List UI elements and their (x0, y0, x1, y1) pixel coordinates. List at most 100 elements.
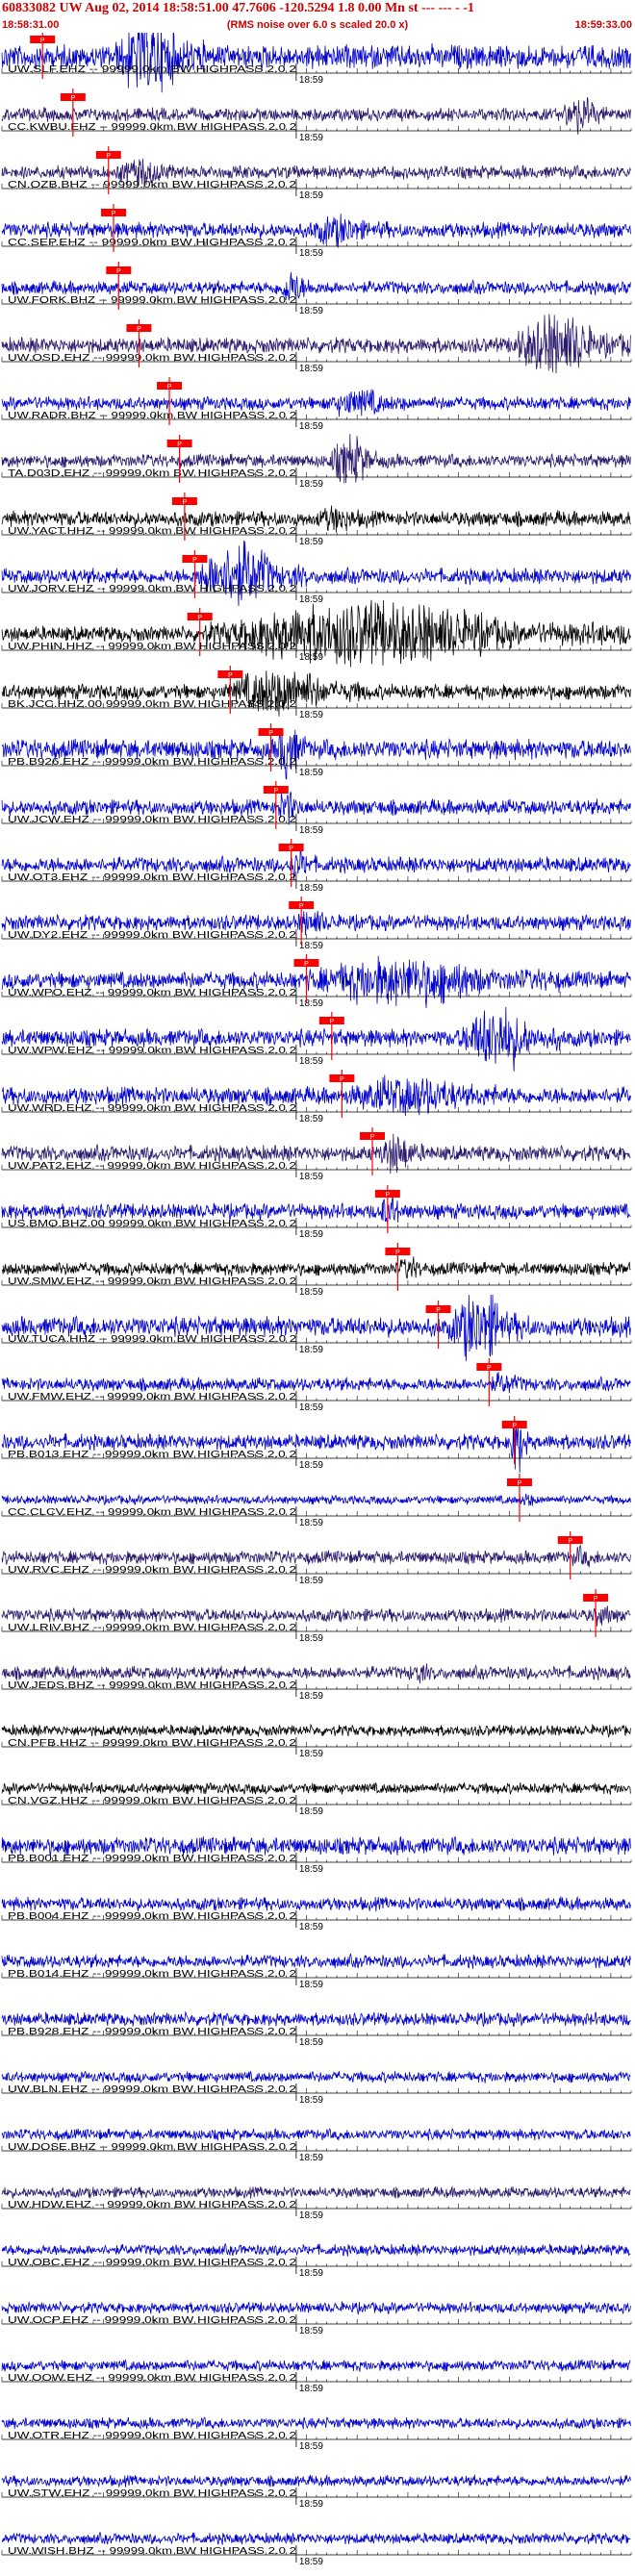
minute-label: 18:59 (299, 1806, 323, 1817)
minute-label: 18:59 (299, 2210, 323, 2221)
pick-label: P (340, 1076, 344, 1083)
minute-label: 18:59 (299, 248, 323, 259)
pick-label: P (167, 384, 172, 391)
waveform-trace (1, 2531, 631, 2545)
pick-label: P (329, 1019, 334, 1025)
pick-label: P (112, 211, 116, 217)
minute-label: 18:59 (299, 2384, 323, 2394)
minute-label: 18:59 (299, 133, 323, 143)
station-label: PB.B928.EHZ -- 99999.0km BW HIGHPASS 2.0… (8, 2027, 297, 2037)
pick-label: P (568, 1538, 572, 1545)
minute-label: 18:59 (299, 1518, 323, 1528)
station-label: PB.B014.EHZ -- 99999.0km BW HIGHPASS 2.0… (8, 1969, 297, 1980)
minute-label: 18:59 (299, 1114, 323, 1124)
minute-label: 18:59 (299, 1460, 323, 1471)
minute-label: 18:59 (299, 2441, 323, 2452)
station-label: UW.DY2.EHZ -- 99999.0km BW HIGHPASS 2.0 … (8, 930, 297, 941)
station-label: TA.D03D.EHZ -- 99999.0km BW HIGHPASS 2.0… (8, 468, 297, 479)
waveform-trace (1, 2474, 631, 2488)
pick-label: P (268, 730, 273, 737)
station-label: UW.WPW.EHZ -- 99999.0km BW HIGHPASS 2.0 … (8, 1046, 297, 1056)
minute-label: 18:59 (299, 2153, 323, 2163)
pick-label: P (192, 557, 197, 564)
end-time-label: 18:59:33.00 (574, 19, 632, 31)
waveform-trace (1, 2242, 631, 2257)
pick-label: P (386, 1192, 391, 1199)
waveform-trace (1, 1256, 631, 1279)
station-label: CC.CLCV.EHZ -- 99999.0km BW HIGHPASS 2.0… (8, 1507, 297, 1518)
waveform-trace (1, 2070, 631, 2084)
minute-label: 18:59 (299, 2499, 323, 2510)
minute-label: 18:59 (299, 479, 323, 490)
station-label: UW.TUCA.HHZ -- 99999.0km BW HIGHPASS 2.0… (8, 1334, 297, 1345)
seismogram-plot: 18:59 UW.SLF.EHZ -- 99999.0km BW HIGHPASS… (1, 33, 632, 2567)
pick-label: P (395, 1250, 400, 1256)
pick-label: P (436, 1307, 441, 1314)
pick-label: P (304, 961, 309, 968)
minute-label: 18:59 (299, 2095, 323, 2106)
station-label: CC.KWBU.EHZ -- 99999.0km BW HIGHPASS 2.0… (8, 122, 297, 133)
station-label: UW.OTR.EHZ -- 99999.0km BW HIGHPASS 2.0 … (8, 2431, 297, 2441)
station-label: PB.B926.EHZ -- 99999.0km BW HIGHPASS 2.0… (8, 757, 297, 768)
waveform-trace (1, 1493, 631, 1506)
minute-label: 18:59 (299, 825, 323, 836)
pick-label: P (197, 615, 202, 621)
station-label: UW.YACT.HHZ -- 99999.0km BW HIGHPASS 2.0… (8, 526, 297, 537)
subtitle-row: 18:58:31.00 (RMS noise over 6.0 s scaled… (0, 18, 635, 32)
station-label: UW.JORV.EHZ -- 99999.0km BW HIGHPASS 2.0… (8, 584, 297, 594)
station-label: UW.WPO.EHZ -- 99999.0km BW HIGHPASS 2.0 … (8, 988, 297, 998)
waveform-trace (1, 2300, 631, 2315)
pick-label: P (299, 903, 304, 910)
minute-label: 18:59 (299, 1229, 323, 1240)
station-label: UW.DOSE.BHZ -- 99999.0km BW HIGHPASS 2.0… (8, 2142, 297, 2153)
station-label: UW.PAT2.EHZ -- 99999.0km BW HIGHPASS 2.0… (8, 1161, 297, 1172)
minute-label: 18:59 (299, 537, 323, 547)
pick-label: P (518, 1480, 522, 1487)
station-label: UW.PHIN.HHZ -- 99999.0km BW HIGHPASS 2.0… (8, 642, 297, 652)
pick-label: P (228, 672, 233, 679)
minute-label: 18:59 (299, 2326, 323, 2336)
station-label: UW.LRIV.BHZ -- 99999.0km BW HIGHPASS 2.0… (8, 1623, 297, 1633)
minute-label: 18:59 (299, 1576, 323, 1586)
waveform-trace (1, 2185, 631, 2199)
minute-label: 18:59 (299, 1749, 323, 1759)
minute-label: 18:59 (299, 2557, 323, 2567)
waveform-trace (1, 1895, 631, 1912)
station-label: UW.RADR.BHZ -- 99999.0km BW HIGHPASS 2.0… (8, 411, 297, 421)
pick-label: P (137, 326, 141, 333)
station-label: CN.VGZ.HHZ -- 99999.0km BW HIGHPASS 2.0 … (8, 1796, 297, 1806)
minute-label: 18:59 (299, 710, 323, 720)
pick-label: P (594, 1596, 598, 1603)
minute-label: 18:59 (299, 1402, 323, 1413)
pick-label: P (487, 1365, 492, 1372)
minute-label: 18:59 (299, 883, 323, 894)
station-label: BK.JCC.HHZ.00 99999.0km BW HIGHPASS 2.0 … (8, 699, 297, 710)
station-label: CN.OZB.BHZ -- 99999.0km BW HIGHPASS 2.0 … (8, 180, 297, 190)
page-title: 60833082 UW Aug 02, 2014 18:58:51.00 47.… (2, 1, 474, 15)
minute-label: 18:59 (299, 652, 323, 663)
pick-label: P (71, 95, 76, 102)
pick-label: P (183, 499, 188, 506)
waveform-trace (1, 2010, 631, 2027)
station-label: PB.B004.EHZ -- 99999.0km BW HIGHPASS 2.0… (8, 1911, 297, 1922)
pick-label: P (40, 38, 45, 44)
station-label: US.BMO.BHZ.00 99999.0km BW HIGHPASS 2.0 … (8, 1219, 297, 1229)
station-label: UW.OSD.EHZ -- 99999.0km BW HIGHPASS 2.0 … (8, 353, 297, 364)
start-time-label: 18:58:31.00 (2, 19, 60, 31)
pick-label: P (116, 268, 121, 275)
minute-label: 18:59 (299, 1345, 323, 1355)
station-label: PB.B013.EHZ -- 99999.0km BW HIGHPASS 2.0… (8, 1450, 297, 1460)
pick-label: P (177, 442, 182, 448)
station-label: UW.OCP.EHZ -- 99999.0km BW HIGHPASS 2.0 … (8, 2315, 297, 2326)
station-label: PB.B001.EHZ -- 99999.0km BW HIGHPASS 2.0… (8, 1854, 297, 1864)
waveform-trace (1, 1372, 631, 1394)
waveform-trace (1, 1723, 631, 1738)
station-label: UW.OT3.EHZ -- 99999.0km BW HIGHPASS 2.0 … (8, 872, 297, 883)
minute-label: 18:59 (299, 75, 323, 86)
minute-label: 18:59 (299, 190, 323, 201)
pick-label: P (370, 1134, 375, 1141)
station-label: UW.STW.EHZ -- 99999.0km BW HIGHPASS 2.0 … (8, 2488, 297, 2499)
pick-label: P (289, 846, 293, 852)
station-label: UW.HDW.EHZ -- 99999.0km BW HIGHPASS 2.0 … (8, 2200, 297, 2210)
waveform-trace (1, 2416, 631, 2431)
